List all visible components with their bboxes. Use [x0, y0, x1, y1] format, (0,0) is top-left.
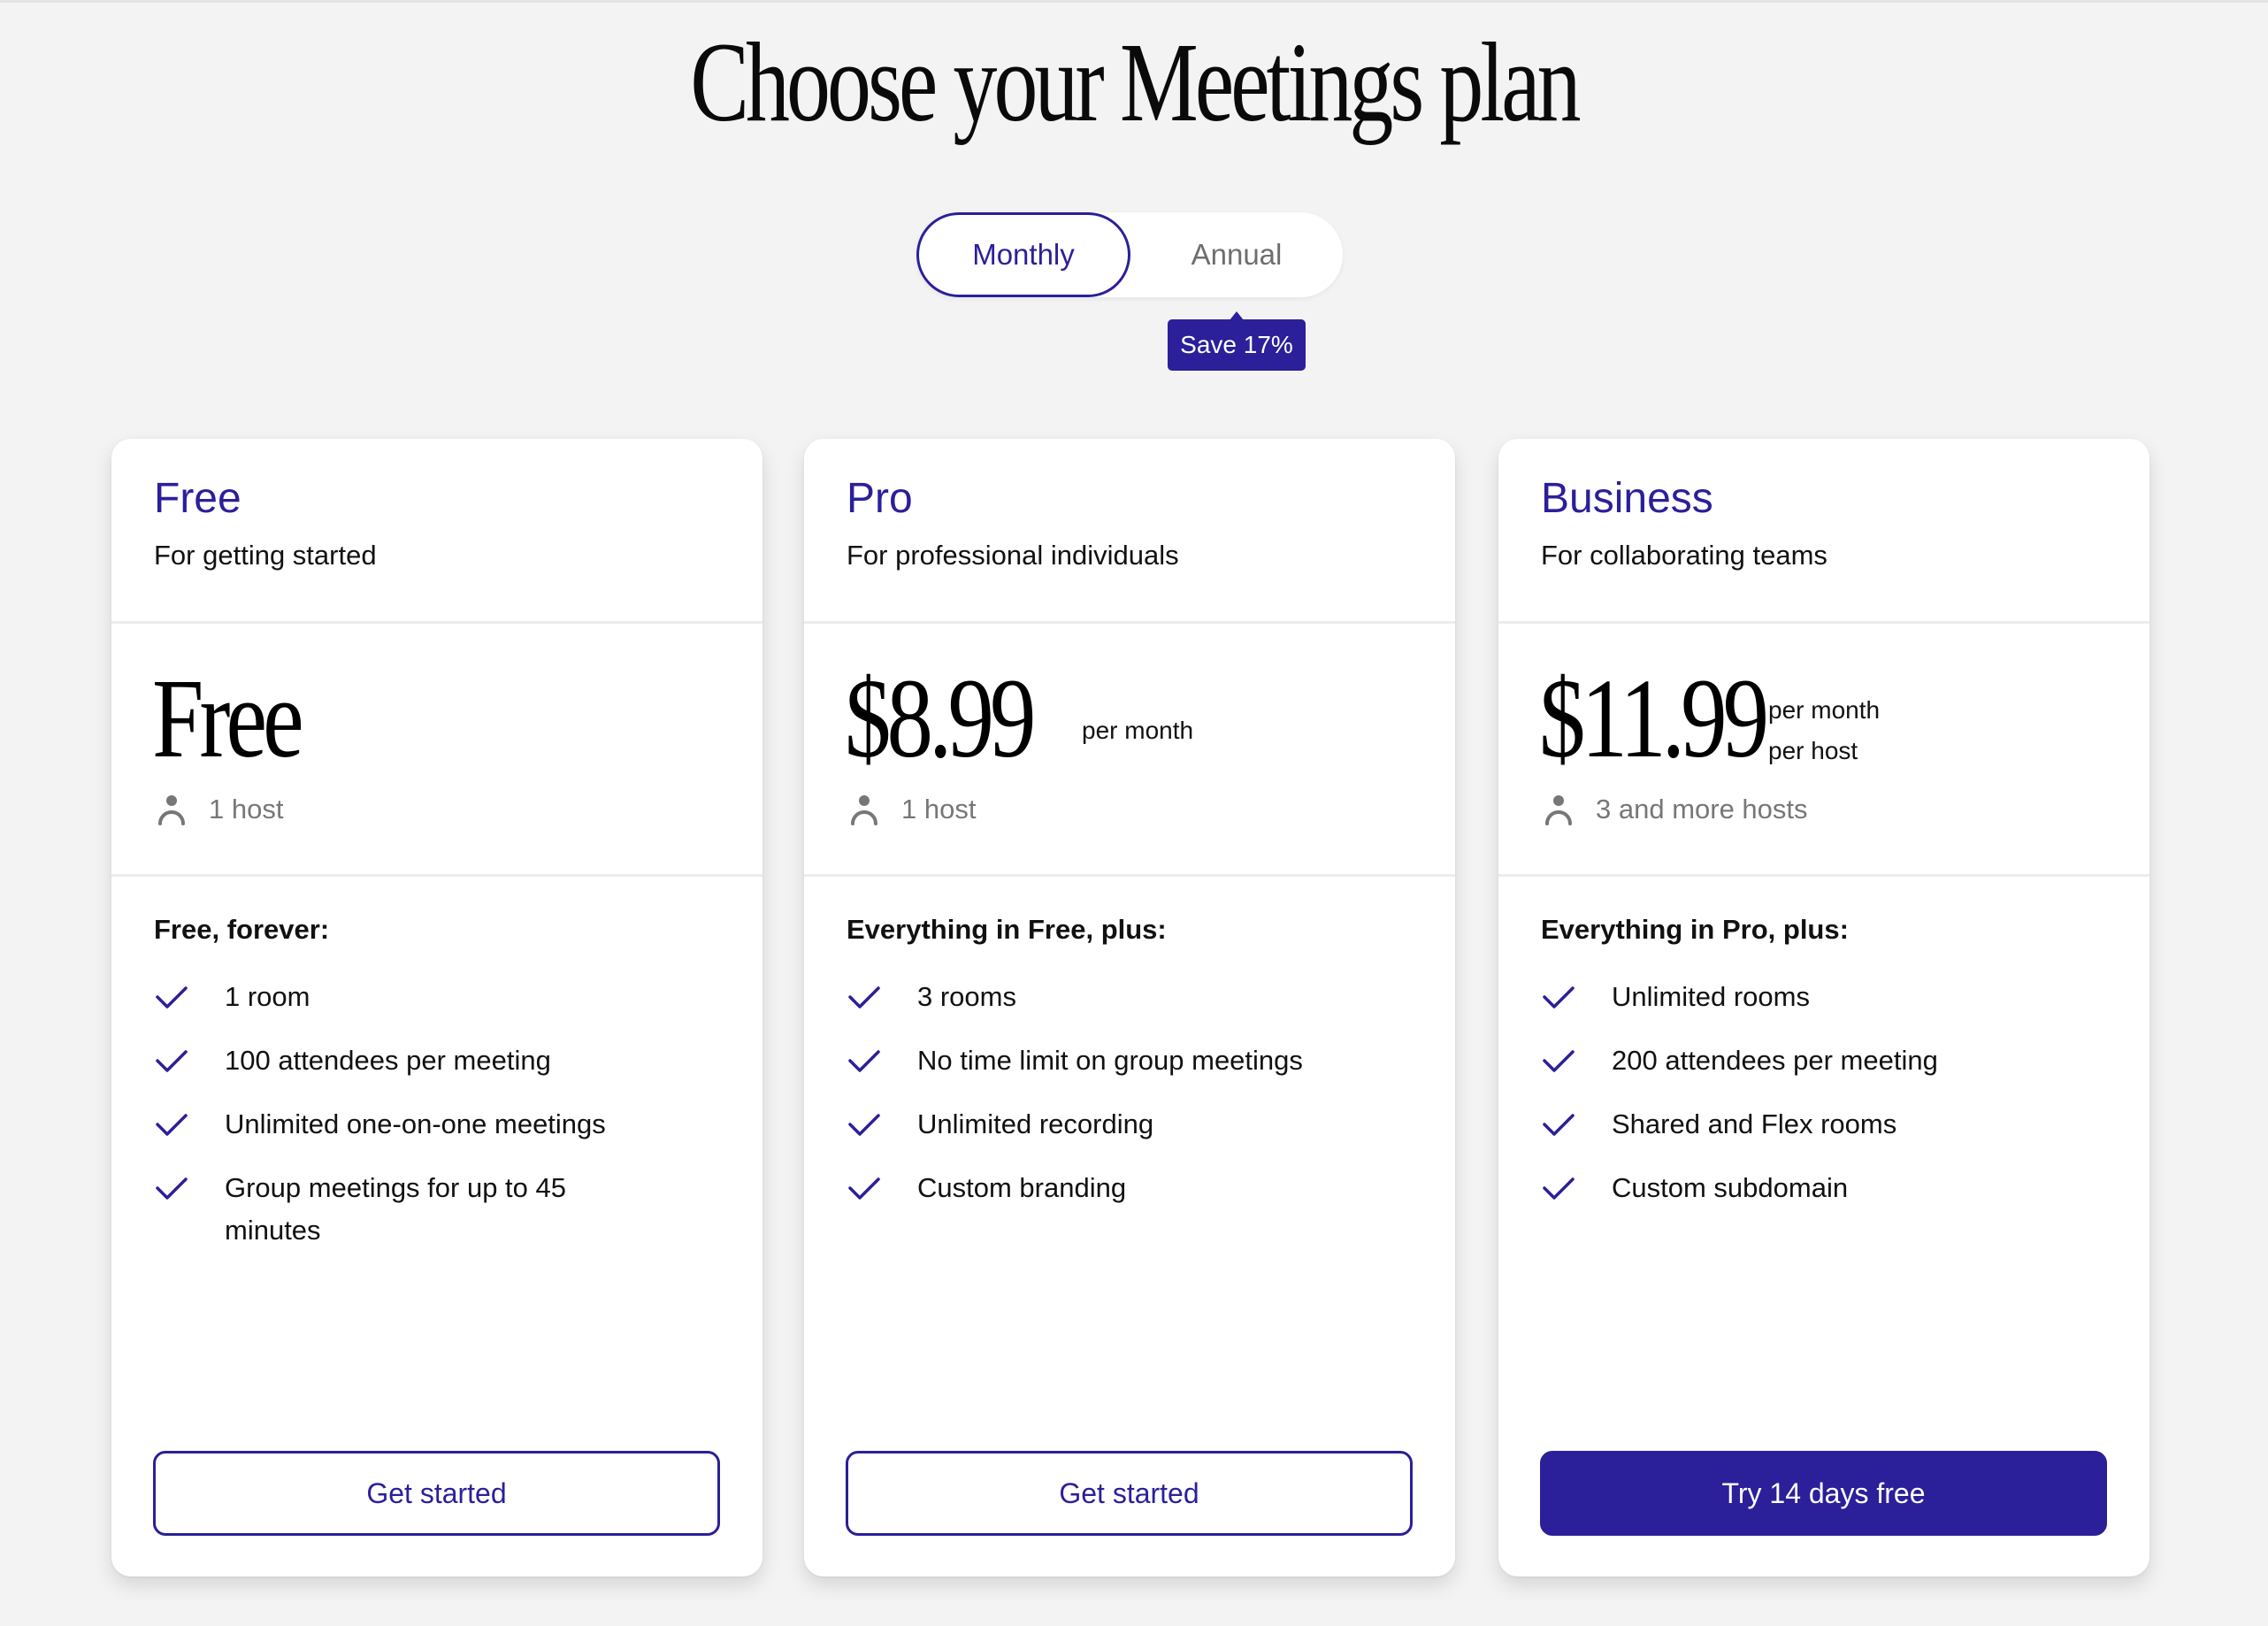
price-period: per month — [1082, 710, 1193, 751]
feature-list: Everything in Pro, plus: Unlimited rooms… — [1541, 912, 2114, 1231]
feature-text: 3 rooms — [917, 981, 1016, 1012]
check-icon — [848, 986, 880, 1009]
host-text: 3 and more hosts — [1596, 794, 1808, 825]
toggle-annual[interactable]: Annual — [1130, 212, 1343, 297]
feature-text: Custom subdomain — [1612, 1172, 1849, 1203]
plan-header: Business For collaborating teams — [1498, 439, 2149, 624]
person-icon — [851, 795, 877, 825]
feature-item: 100 attendees per meeting — [154, 1039, 727, 1082]
feature-item: 1 room — [154, 976, 727, 1018]
plan-name: Pro — [847, 475, 913, 522]
plan-price-section: $8.99 per month 1 host — [804, 624, 1455, 877]
plan-card-business: Business For collaborating teams $11.99 … — [1498, 439, 2149, 1576]
price-amount: $11.99 — [1539, 656, 1769, 781]
plan-name: Free — [154, 475, 241, 522]
feature-item: Unlimited recording — [847, 1103, 1420, 1146]
features-heading: Free, forever: — [154, 914, 330, 945]
check-icon — [848, 1050, 880, 1072]
plan-price-section: Free 1 host — [111, 624, 762, 877]
billing-period-toggle[interactable]: Monthly Annual — [916, 212, 1343, 297]
feature-text: Custom branding — [917, 1172, 1127, 1203]
plan-name: Business — [1541, 475, 1713, 522]
feature-text: 200 attendees per meeting — [1612, 1045, 1938, 1076]
feature-item: No time limit on group meetings — [847, 1039, 1420, 1082]
page-title: Choose your Meetings plan — [690, 19, 1581, 145]
try-free-button[interactable]: Try 14 days free — [1540, 1451, 2107, 1536]
host-count: 1 host — [847, 787, 976, 832]
check-icon — [1543, 1114, 1575, 1136]
feature-text: Shared and Flex rooms — [1612, 1108, 1897, 1139]
feature-text: Unlimited rooms — [1612, 981, 1810, 1012]
check-icon — [156, 1177, 188, 1200]
features-heading: Everything in Pro, plus: — [1541, 914, 1849, 945]
feature-text: Unlimited recording — [917, 1108, 1154, 1139]
feature-text: 100 attendees per meeting — [225, 1045, 551, 1076]
host-text: 1 host — [901, 794, 977, 825]
feature-text: Unlimited one-on-one meetings — [225, 1108, 606, 1139]
feature-item: Unlimited rooms — [1541, 976, 2114, 1018]
feature-item: 200 attendees per meeting — [1541, 1039, 2114, 1082]
feature-list: Everything in Free, plus: 3 rooms No tim… — [847, 912, 1420, 1231]
price-period-line: per month — [1768, 696, 1881, 724]
price-amount: Free — [152, 656, 304, 781]
feature-item: Shared and Flex rooms — [1541, 1103, 2114, 1146]
feature-text: 1 room — [225, 981, 310, 1012]
check-icon — [848, 1114, 880, 1136]
check-icon — [156, 1114, 188, 1136]
feature-item: Custom branding — [847, 1167, 1420, 1209]
check-icon — [1543, 1050, 1575, 1072]
check-icon — [156, 1050, 188, 1072]
feature-text: Group meetings for up to 45 minutes — [225, 1172, 567, 1246]
get-started-button[interactable]: Get started — [846, 1451, 1413, 1536]
top-border — [0, 0, 2268, 3]
feature-text: No time limit on group meetings — [917, 1045, 1303, 1076]
price-period-line: per month — [1082, 717, 1194, 744]
feature-item: Group meetings for up to 45 minutes — [154, 1167, 727, 1252]
price-amount: $8.99 — [845, 656, 1036, 781]
check-icon — [1543, 1177, 1575, 1200]
features-heading: Everything in Free, plus: — [847, 914, 1167, 945]
plan-card-pro: Pro For professional individuals $8.99 p… — [804, 439, 1455, 1576]
check-icon — [1543, 986, 1575, 1009]
plan-header: Pro For professional individuals — [804, 439, 1455, 624]
feature-item: Unlimited one-on-one meetings — [154, 1103, 727, 1146]
host-text: 1 host — [209, 794, 284, 825]
plan-header: Free For getting started — [111, 439, 762, 624]
check-icon — [848, 1177, 880, 1200]
save-badge: Save 17% — [1168, 311, 1306, 371]
host-count: 1 host — [154, 787, 283, 832]
plan-price-section: $11.99 per month per host 3 and more hos… — [1498, 624, 2149, 877]
feature-list: Free, forever: 1 room 100 attendees per … — [154, 912, 727, 1273]
host-count: 3 and more hosts — [1541, 787, 1808, 832]
person-icon — [158, 795, 185, 825]
price-period: per month per host — [1768, 690, 1880, 771]
plan-tagline: For professional individuals — [847, 540, 1179, 571]
plan-tagline: For getting started — [154, 540, 377, 571]
check-icon — [156, 986, 188, 1009]
toggle-monthly[interactable]: Monthly — [916, 212, 1130, 297]
plan-tagline: For collaborating teams — [1541, 540, 1827, 571]
feature-item: Custom subdomain — [1541, 1167, 2114, 1209]
plan-card-free: Free For getting started Free 1 host Fre… — [111, 439, 762, 1576]
person-icon — [1545, 795, 1572, 825]
feature-item: 3 rooms — [847, 976, 1420, 1018]
get-started-button[interactable]: Get started — [153, 1451, 720, 1536]
price-period-line: per host — [1768, 737, 1858, 764]
